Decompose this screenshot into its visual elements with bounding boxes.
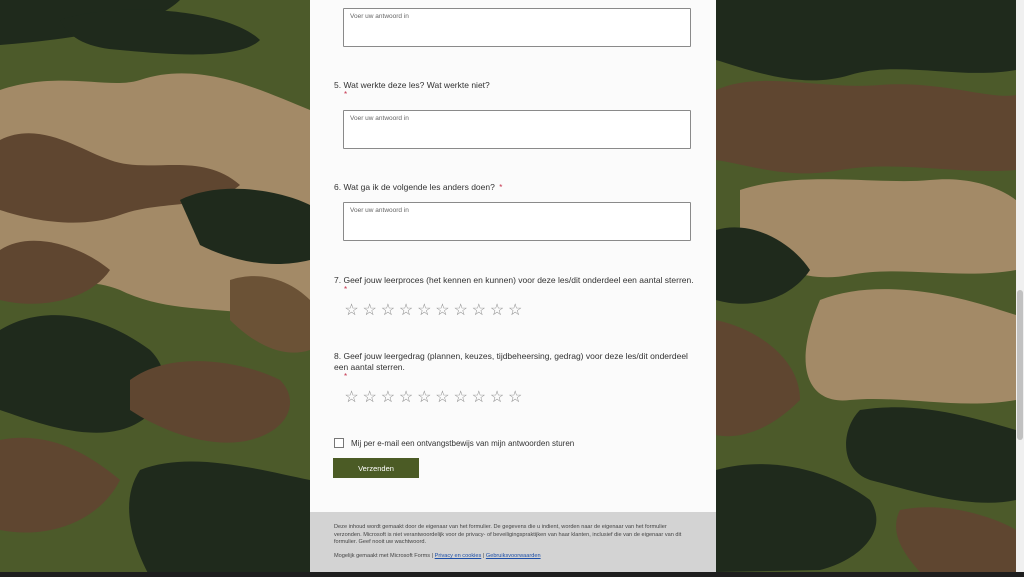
star-icon[interactable]: ☆ [508,303,523,319]
answer-input-q5[interactable]: Voer uw antwoord in [343,110,691,149]
star-icon[interactable]: ☆ [417,390,432,406]
question-number: 5. [334,80,342,90]
star-icon[interactable]: ☆ [417,303,432,319]
star-rating-q8: ☆ ☆ ☆ ☆ ☆ ☆ ☆ ☆ ☆ ☆ [344,390,523,406]
answer-placeholder: Voer uw antwoord in [350,207,409,214]
required-marker: * [344,285,348,294]
answer-placeholder: Voer uw antwoord in [350,115,409,122]
star-rating-q7: ☆ ☆ ☆ ☆ ☆ ☆ ☆ ☆ ☆ ☆ [344,303,523,319]
footer-separator: | [482,553,485,559]
answer-input-q4[interactable]: Voer uw antwoord in [343,8,691,47]
required-marker: * [344,90,348,99]
scrollbar-thumb[interactable] [1017,290,1023,440]
footer-disclaimer: Deze inhoud wordt gemaakt door de eigena… [334,524,682,545]
star-icon[interactable]: ☆ [471,303,486,319]
question-6: 6. Wat ga ik de volgende les anders doen… [334,182,694,193]
star-icon[interactable]: ☆ [399,303,414,319]
question-title: Geef jouw leergedrag (plannen, keuzes, t… [334,351,688,372]
form-footer: Deze inhoud wordt gemaakt door de eigena… [310,512,716,572]
receipt-checkbox[interactable] [334,438,344,448]
star-icon[interactable]: ☆ [453,303,468,319]
question-title: Wat werkte deze les? Wat werkte niet? [343,80,490,90]
question-number: 6. [334,182,342,192]
star-icon[interactable]: ☆ [508,390,523,406]
star-icon[interactable]: ☆ [380,303,395,319]
answer-input-q6[interactable]: Voer uw antwoord in [343,202,691,241]
star-icon[interactable]: ☆ [490,303,505,319]
required-marker: * [499,183,503,192]
star-icon[interactable]: ☆ [490,390,505,406]
star-icon[interactable]: ☆ [344,303,359,319]
powered-by-text: Mogelijk gemaakt met Microsoft Forms [334,553,431,559]
question-number: 7. [334,275,342,285]
star-icon[interactable]: ☆ [362,390,377,406]
terms-link[interactable]: Gebruiksvoorwaarden [486,553,541,559]
star-icon[interactable]: ☆ [471,390,486,406]
question-title: Geef jouw leerproces (het kennen en kunn… [343,275,694,285]
question-8: 8. Geef jouw leergedrag (plannen, keuzes… [334,351,694,381]
star-icon[interactable]: ☆ [435,390,450,406]
form-card: Voer uw antwoord in 5. Wat werkte deze l… [310,0,716,577]
star-icon[interactable]: ☆ [453,390,468,406]
receipt-label: Mij per e-mail een ontvangstbewijs van m… [351,438,575,448]
question-7: 7. Geef jouw leerproces (het kennen en k… [334,275,694,294]
question-5: 5. Wat werkte deze les? Wat werkte niet?… [334,80,694,99]
question-title: Wat ga ik de volgende les anders doen? [343,182,495,192]
star-icon[interactable]: ☆ [435,303,450,319]
required-marker: * [344,372,348,381]
answer-placeholder: Voer uw antwoord in [350,13,409,20]
privacy-link[interactable]: Privacy en cookies [435,553,482,559]
submit-button[interactable]: Verzenden [333,458,419,478]
page-scrollbar[interactable] [1016,0,1024,572]
star-icon[interactable]: ☆ [399,390,414,406]
question-number: 8. [334,351,342,361]
star-icon[interactable]: ☆ [344,390,359,406]
footer-links: Mogelijk gemaakt met Microsoft Forms | P… [334,553,541,559]
footer-separator: | [431,553,434,559]
receipt-option[interactable]: Mij per e-mail een ontvangstbewijs van m… [334,438,574,448]
star-icon[interactable]: ☆ [380,390,395,406]
bottom-edge-bar [0,572,1024,577]
star-icon[interactable]: ☆ [362,303,377,319]
